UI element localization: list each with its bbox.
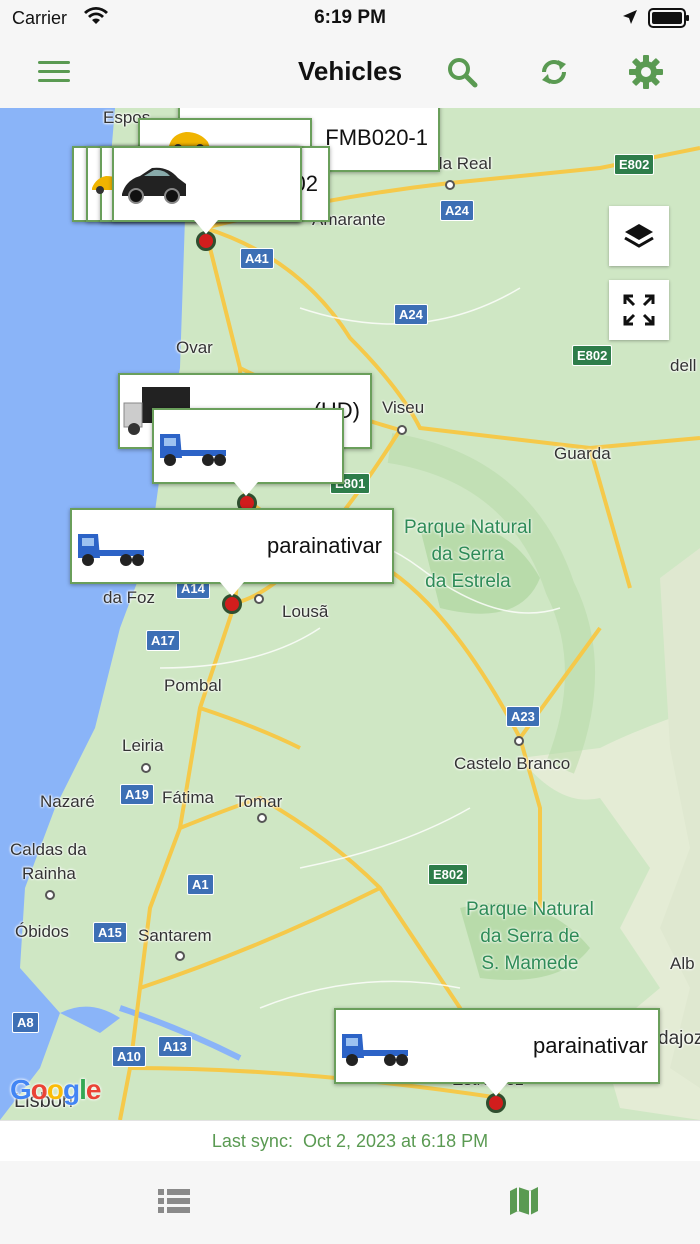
vehicle-callout[interactable]: parainativar [334,1008,660,1096]
place-label: da Foz [103,588,155,607]
vehicle-name: parainativar [267,533,382,558]
car-icon [118,162,190,214]
map-view[interactable]: Espos Vila Real Amarante Ovar Viseu Guar… [0,108,700,1120]
vehicle-pin[interactable] [222,594,242,614]
flatbed-truck-icon [340,1024,410,1076]
callout-tail [194,220,218,234]
place-label: Pombal [164,676,222,695]
place-label: Nazaré [40,792,95,811]
vehicle-name: FMB020-1 [325,125,428,150]
vehicle-name: parainativar [533,1033,648,1058]
place-label: Lousã [282,602,329,621]
place-label: dajoz [658,1028,700,1049]
place-label: Viseu [382,398,425,417]
status-bar: Carrier 6:19 PM [0,0,700,36]
vehicle-callout[interactable] [112,146,302,234]
battery-icon [648,8,690,33]
place-label: Alb [670,954,695,973]
vehicle-pin[interactable] [486,1093,506,1113]
road-badge: A17 [146,630,180,651]
road-badge: A24 [440,200,474,221]
navigation-bar: Vehicles [0,36,700,109]
road-badge: A13 [158,1036,192,1057]
hamburger-menu-icon[interactable] [32,50,76,94]
park-label: Parque Natural da Serra de S. Mamede [466,899,594,974]
last-sync-label: Last sync: [211,1131,293,1151]
place-label: Rainha [22,864,76,883]
google-logo: Google [10,1074,101,1105]
road-badge: E802 [428,864,469,885]
last-sync-bar: Last sync: Oct 2, 2023 at 6:18 PM [0,1120,700,1162]
map-base [0,108,700,1120]
tab-bar [0,1161,700,1244]
place-label: Ovar [176,338,213,357]
road-badge: A23 [506,706,540,727]
callout-tail [220,582,244,596]
place-label: Caldas da [10,840,87,859]
map-icon[interactable] [494,1179,554,1223]
last-sync-value: Oct 2, 2023 at 6:18 PM [302,1131,489,1151]
fullscreen-icon[interactable] [609,280,669,340]
clock: 6:19 PM [314,7,386,28]
road-badge: A24 [394,304,428,325]
list-icon[interactable] [144,1179,204,1223]
road-badge: A19 [120,784,154,805]
place-label: Leiria [122,736,164,755]
road-badge: A10 [112,1046,146,1067]
road-badge: E802 [614,154,655,175]
road-badge: A8 [12,1012,39,1033]
layers-icon[interactable] [609,206,669,266]
page-title: Vehicles [297,56,403,86]
place-label: Santarem [138,926,212,945]
flatbed-truck-icon [158,424,228,476]
vehicle-callout[interactable]: parainativar [70,508,394,596]
vehicle-callout[interactable] [152,408,344,496]
flatbed-truck-icon [76,524,146,576]
callout-tail [484,1082,508,1096]
callout-tail [234,482,258,496]
place-label: Guarda [554,444,611,463]
place-label: Óbidos [15,922,69,941]
road-badge: A15 [93,922,127,943]
place-label: Castelo Branco [454,754,571,773]
place-label: dell [670,356,697,375]
gear-icon[interactable] [624,50,668,94]
place-label: Fátima [162,788,214,807]
place-label: Tomar [235,792,283,811]
location-arrow-icon [622,9,638,30]
road-badge: A41 [240,248,274,269]
search-icon[interactable] [440,50,484,94]
park-label: Parque Natural da Serra da Estrela [404,517,532,592]
vehicle-pin[interactable] [196,231,216,251]
road-badge: E802 [572,345,613,366]
road-badge: A1 [187,874,214,895]
refresh-icon[interactable] [532,50,576,94]
